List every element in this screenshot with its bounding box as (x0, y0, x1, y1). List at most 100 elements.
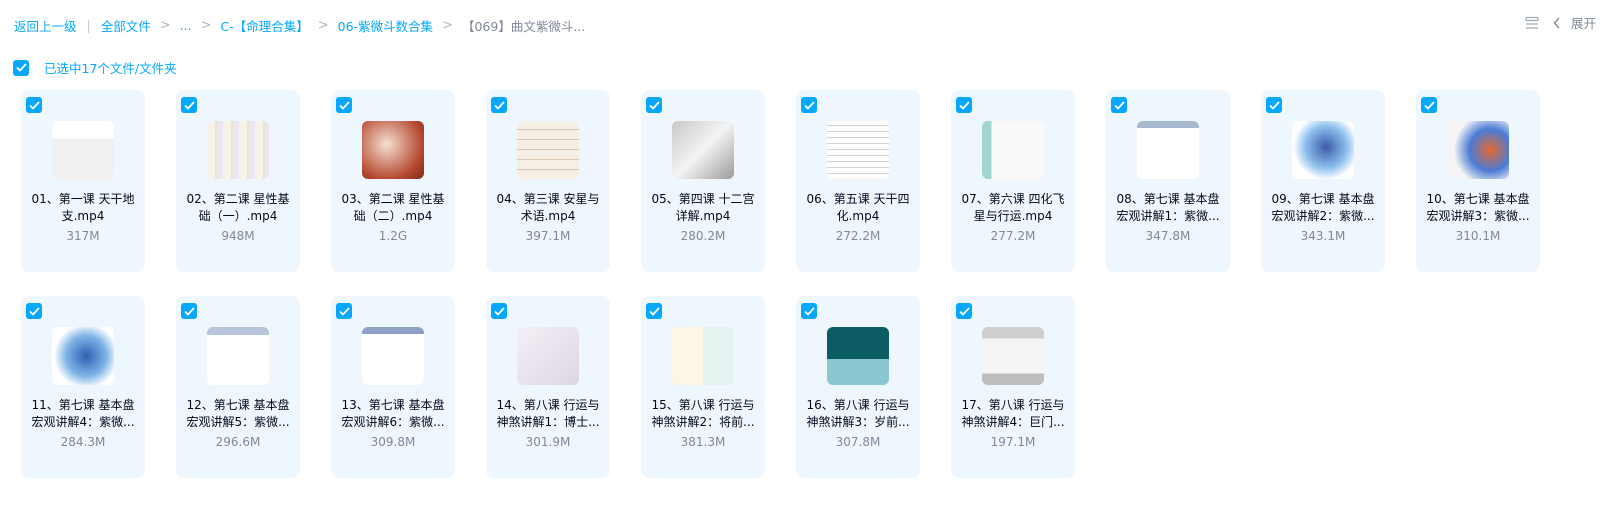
video-cover-icon (672, 121, 734, 179)
file-size: 317M (66, 229, 100, 243)
file-name: 10、第七课 基本盘宏观讲解3：紫微... (1426, 192, 1530, 223)
video-cover-icon (207, 327, 269, 385)
check-icon (28, 100, 40, 110)
file-size: 381.3M (680, 435, 726, 449)
file-checkbox[interactable] (181, 303, 197, 319)
file-size: 296.6M (215, 435, 261, 449)
file-card[interactable]: 04、第三课 安星与术语.mp4 397.1M (486, 90, 610, 272)
file-card[interactable]: 08、第七课 基本盘宏观讲解1：紫微... 347.8M (1106, 90, 1230, 272)
breadcrumb-divider: | (86, 17, 91, 33)
file-size: 280.2M (680, 229, 726, 243)
file-card[interactable]: 05、第四课 十二宫详解.mp4 280.2M (641, 90, 765, 272)
breadcrumb-separator-icon: > (442, 17, 453, 33)
check-icon (803, 100, 815, 110)
file-checkbox[interactable] (491, 303, 507, 319)
video-cover-icon (52, 327, 114, 385)
file-name: 09、第七课 基本盘宏观讲解2：紫微... (1271, 192, 1375, 223)
file-grid: 01、第一课 天干地支.mp4 317M 02、第二课 星性基础（一）.mp4 948… (21, 90, 1540, 478)
video-cover-icon (517, 327, 579, 385)
breadcrumb-item-all-files[interactable]: 全部文件 (101, 16, 151, 35)
file-checkbox[interactable] (491, 97, 507, 113)
breadcrumb-item-ziwei[interactable]: 06-紫微斗数合集 (338, 16, 433, 35)
file-size: 307.8M (835, 435, 881, 449)
file-card[interactable]: 03、第二课 星性基础（二）.mp4 1.2G (331, 90, 455, 272)
file-size: 310.1M (1455, 229, 1501, 243)
video-cover-icon (827, 327, 889, 385)
file-checkbox[interactable] (646, 97, 662, 113)
breadcrumb-item-ellipsis[interactable]: ... (180, 18, 192, 33)
file-card[interactable]: 06、第五课 天干四化.mp4 272.2M (796, 90, 920, 272)
file-size: 948M (221, 229, 255, 243)
back-link[interactable]: 返回上一级 (14, 16, 77, 35)
video-cover-icon (1447, 121, 1509, 179)
file-card[interactable]: 15、第八课 行运与神煞讲解2：将前... 381.3M (641, 296, 765, 478)
check-icon (958, 100, 970, 110)
check-icon (28, 306, 40, 316)
file-name: 04、第三课 安星与术语.mp4 (496, 192, 600, 223)
video-cover-icon (362, 327, 424, 385)
breadcrumb-current: 【069】曲文紫微斗... (461, 18, 586, 34)
file-size: 397.1M (525, 229, 571, 243)
video-cover-icon (827, 121, 889, 179)
file-checkbox[interactable] (801, 97, 817, 113)
check-icon (648, 306, 660, 316)
file-checkbox[interactable] (956, 303, 972, 319)
file-card[interactable]: 10、第七课 基本盘宏观讲解3：紫微... 310.1M (1416, 90, 1540, 272)
check-icon (15, 63, 27, 72)
video-cover-icon (517, 121, 579, 179)
file-checkbox[interactable] (1421, 97, 1437, 113)
top-bar: 返回上一级 | 全部文件 > ... > C-【命理合集】 > 06-紫微斗数合… (14, 13, 1596, 37)
file-card[interactable]: 11、第七课 基本盘宏观讲解4：紫微... 284.3M (21, 296, 145, 478)
file-checkbox[interactable] (181, 97, 197, 113)
file-name: 12、第七课 基本盘宏观讲解5：紫微... (186, 398, 290, 429)
file-name: 14、第八课 行运与神煞讲解1：博士... (496, 398, 600, 429)
file-checkbox[interactable] (26, 97, 42, 113)
file-checkbox[interactable] (26, 303, 42, 319)
file-name: 11、第七课 基本盘宏观讲解4：紫微... (31, 398, 135, 429)
file-card[interactable]: 12、第七课 基本盘宏观讲解5：紫微... 296.6M (176, 296, 300, 478)
video-cover-icon (52, 121, 114, 179)
expand-label: 展开 (1570, 16, 1596, 31)
file-card[interactable]: 09、第七课 基本盘宏观讲解2：紫微... 343.1M (1261, 90, 1385, 272)
breadcrumb-item-collection[interactable]: C-【命理合集】 (220, 16, 308, 35)
check-icon (958, 306, 970, 316)
video-cover-icon (1137, 121, 1199, 179)
check-icon (1423, 100, 1435, 110)
file-name: 17、第八课 行运与神煞讲解4：巨门... (961, 398, 1065, 429)
file-checkbox[interactable] (1111, 97, 1127, 113)
file-card[interactable]: 14、第八课 行运与神煞讲解1：博士... 301.9M (486, 296, 610, 478)
expand-button[interactable]: 展开 (1553, 13, 1596, 32)
file-card[interactable]: 02、第二课 星性基础（一）.mp4 948M (176, 90, 300, 272)
check-icon (1113, 100, 1125, 110)
video-cover-icon (982, 121, 1044, 179)
file-card[interactable]: 17、第八课 行运与神煞讲解4：巨门... 197.1M (951, 296, 1075, 478)
file-size: 284.3M (60, 435, 106, 449)
file-card[interactable]: 16、第八课 行运与神煞讲解3：岁前... 307.8M (796, 296, 920, 478)
video-cover-icon (1292, 121, 1354, 179)
check-icon (183, 100, 195, 110)
file-size: 347.8M (1145, 229, 1191, 243)
list-view-icon[interactable] (1525, 16, 1539, 30)
file-size: 277.2M (990, 229, 1036, 243)
file-checkbox[interactable] (336, 97, 352, 113)
check-icon (493, 306, 505, 316)
file-name: 02、第二课 星性基础（一）.mp4 (186, 192, 290, 223)
file-checkbox[interactable] (1266, 97, 1282, 113)
select-all-checkbox[interactable] (13, 59, 29, 76)
file-card[interactable]: 13、第七课 基本盘宏观讲解6：紫微... 309.8M (331, 296, 455, 478)
file-card[interactable]: 07、第六课 四化飞星与行运.mp4 277.2M (951, 90, 1075, 272)
file-checkbox[interactable] (336, 303, 352, 319)
file-name: 16、第八课 行运与神煞讲解3：岁前... (806, 398, 910, 429)
file-name: 08、第七课 基本盘宏观讲解1：紫微... (1116, 192, 1220, 223)
file-size: 1.2G (378, 229, 408, 243)
check-icon (338, 100, 350, 110)
file-size: 197.1M (990, 435, 1036, 449)
file-checkbox[interactable] (801, 303, 817, 319)
check-icon (1268, 100, 1280, 110)
file-card[interactable]: 01、第一课 天干地支.mp4 317M (21, 90, 145, 272)
file-checkbox[interactable] (646, 303, 662, 319)
check-icon (493, 100, 505, 110)
video-cover-icon (982, 327, 1044, 385)
file-checkbox[interactable] (956, 97, 972, 113)
file-name: 01、第一课 天干地支.mp4 (31, 192, 135, 223)
